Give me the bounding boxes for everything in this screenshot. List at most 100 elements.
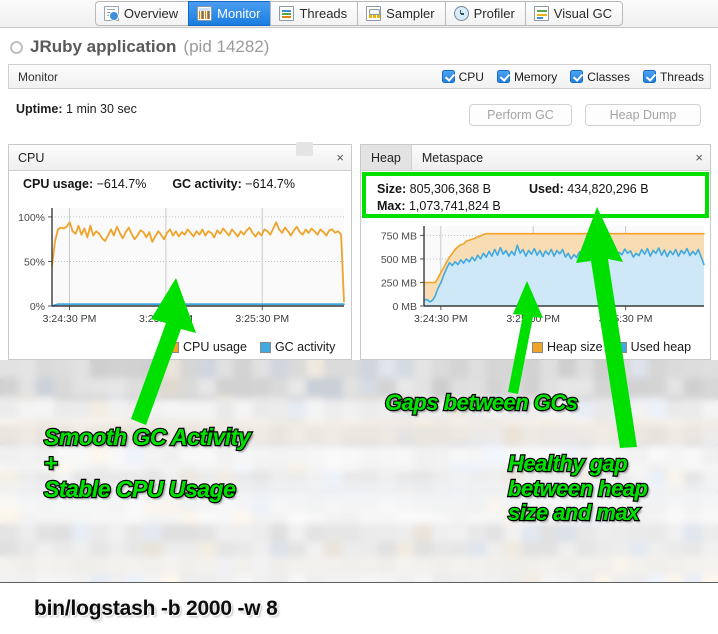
checkbox-icon[interactable] xyxy=(496,70,510,83)
heap-size-label: Size: xyxy=(377,182,407,196)
tab-heap[interactable]: Heap xyxy=(361,145,412,170)
checkbox-threads[interactable]: Threads xyxy=(642,69,704,84)
app-status-icon xyxy=(10,40,23,54)
cpu-metrics: CPU usage: −614.7% GC activity: −614.7% xyxy=(9,171,351,193)
monitor-toolbar-title: Monitor xyxy=(18,69,59,84)
cpu-panel-title: CPU xyxy=(18,150,45,165)
tab-threads[interactable]: Threads xyxy=(270,1,358,26)
svg-text:250 MB: 250 MB xyxy=(381,277,417,289)
annotation-gaps-between-gcs: Gaps between GCs Gaps between GCs xyxy=(384,389,580,416)
heap-max-metric: Max: 1,073,741,824 B xyxy=(377,198,501,215)
tab-sampler[interactable]: Sampler xyxy=(357,1,445,26)
metric-label: GC activity: xyxy=(172,177,242,191)
legend-swatch-icon xyxy=(259,341,271,353)
annotation-fill-layer: Smooth GC Activity + Stable CPU Usage xyxy=(44,424,251,502)
legend-label: GC activity xyxy=(274,340,336,354)
svg-text:500 MB: 500 MB xyxy=(381,254,417,266)
visual-gc-icon xyxy=(533,6,549,21)
svg-text:3:24:30 PM: 3:24:30 PM xyxy=(414,313,468,325)
tab-label: Profiler xyxy=(473,6,515,21)
heap-size-metric: Size: 805,306,368 B xyxy=(377,181,529,198)
heap-used-metric: Used: 434,820,296 B xyxy=(529,181,649,198)
heap-metrics-row-1: Size: 805,306,368 B Used: 434,820,296 B xyxy=(377,181,705,198)
uptime-value: 1 min 30 sec xyxy=(66,102,137,116)
heap-used-value: 434,820,296 B xyxy=(567,182,649,196)
visualvm-monitor-window: Overview Monitor Threads Sampler Profiler Vis… xyxy=(0,0,718,634)
sampler-icon xyxy=(366,6,382,21)
cpu-panel-header: CPU × xyxy=(9,142,351,171)
monitor-chart-icon xyxy=(197,6,213,21)
tab-label: Monitor xyxy=(217,6,261,21)
svg-text:3:25:30 PM: 3:25:30 PM xyxy=(235,313,289,325)
metric-label: CPU usage: xyxy=(23,177,94,191)
checkbox-label: CPU xyxy=(458,69,484,84)
bottom-command-bar: bin/logstash -b 2000 -w 8 xyxy=(0,582,718,634)
legend-swatch-icon xyxy=(532,341,543,353)
legend-swatch-icon xyxy=(168,341,179,353)
checkbox-memory[interactable]: Memory xyxy=(496,69,558,84)
legend-label: CPU usage xyxy=(183,340,247,354)
threads-list-icon xyxy=(279,6,295,21)
checkbox-label: Memory xyxy=(513,69,558,84)
annotation-healthy-gap: Healthy gap between heap size and max Hea… xyxy=(507,450,649,526)
legend-swatch-icon xyxy=(615,341,627,353)
monitor-checkbox-group: CPU Memory Classes Threads xyxy=(441,69,704,84)
cpu-metric-0: CPU usage: −614.7% xyxy=(23,177,146,191)
svg-text:0 MB: 0 MB xyxy=(392,301,417,313)
panel-drag-handle[interactable] xyxy=(296,142,313,156)
command-text: bin/logstash -b 2000 -w 8 xyxy=(34,596,278,620)
annotation-fill-layer: Gaps between GCs xyxy=(385,390,578,415)
svg-text:3:25:30 PM: 3:25:30 PM xyxy=(599,313,653,325)
annotation-smooth-gc-cpu: Smooth GC Activity + Stable CPU Usage Smo… xyxy=(43,423,252,503)
checkbox-icon[interactable] xyxy=(642,70,656,83)
page-title: JRuby application (pid 14282) xyxy=(10,34,269,60)
tab-profiler[interactable]: Profiler xyxy=(444,1,525,26)
svg-text:0%: 0% xyxy=(30,301,45,313)
overview-document-icon xyxy=(103,6,119,21)
tab-label: Visual GC xyxy=(553,6,613,21)
heap-dump-button[interactable]: Heap Dump xyxy=(585,104,701,126)
svg-text:100%: 100% xyxy=(18,212,45,224)
checkbox-label: Threads xyxy=(659,69,704,84)
checkbox-icon[interactable] xyxy=(441,70,455,83)
app-name: JRuby application xyxy=(30,37,177,56)
legend-item-used-heap: Used heap xyxy=(615,340,692,354)
uptime-display: Uptime: 1 min 30 sec xyxy=(16,102,137,116)
heap-metrics-row-2: Max: 1,073,741,824 B xyxy=(377,198,705,215)
heap-chart-legend: Heap size Used heap xyxy=(532,340,691,354)
heap-max-value: 1,073,741,824 B xyxy=(408,199,501,213)
svg-text:3:24:30 PM: 3:24:30 PM xyxy=(43,313,97,325)
checkbox-label: Classes xyxy=(587,69,630,84)
heap-size-value: 805,306,368 B xyxy=(409,182,491,196)
tab-metaspace[interactable]: Metaspace xyxy=(412,145,493,170)
app-pid: (pid 14282) xyxy=(183,37,270,56)
metric-value: −614.7% xyxy=(93,177,147,191)
svg-text:3:25:00 PM: 3:25:00 PM xyxy=(139,313,193,325)
checkbox-cpu[interactable]: CPU xyxy=(441,69,484,84)
cpu-metric-1: GC activity: −614.7% xyxy=(172,177,295,191)
cpu-usage-chart: 0% 50% 100% 3:24:30 PM 3:25:00 PM 3:25:30 PM xyxy=(16,204,346,332)
checkbox-icon[interactable] xyxy=(570,70,584,83)
perform-gc-button[interactable]: Perform GC xyxy=(469,104,572,126)
svg-text:50%: 50% xyxy=(24,256,45,268)
tab-overview[interactable]: Overview xyxy=(94,1,189,26)
legend-item-gc-activity: GC activity xyxy=(259,340,336,354)
metric-value: −614.7% xyxy=(241,177,295,191)
legend-label: Heap size xyxy=(547,340,603,354)
svg-text:3:25:00 PM: 3:25:00 PM xyxy=(506,313,560,325)
cpu-panel-close-icon[interactable]: × xyxy=(336,145,344,170)
main-tabstrip: Overview Monitor Threads Sampler Profiler Vis… xyxy=(0,0,718,28)
tab-monitor[interactable]: Monitor xyxy=(188,1,271,26)
heap-max-label: Max: xyxy=(377,199,406,213)
uptime-label: Uptime: xyxy=(16,102,63,116)
profiler-clock-icon xyxy=(453,6,469,21)
legend-label: Used heap xyxy=(630,340,692,354)
legend-item-heap-size: Heap size xyxy=(532,340,603,354)
tab-visual-gc[interactable]: Visual GC xyxy=(524,1,624,26)
monitor-toolbar: Monitor CPU Memory Classes Threads xyxy=(8,64,711,89)
heap-used-label: Used: xyxy=(529,182,564,196)
svg-text:750 MB: 750 MB xyxy=(381,230,417,242)
heap-panel-close-icon[interactable]: × xyxy=(695,145,703,170)
checkbox-classes[interactable]: Classes xyxy=(570,70,630,84)
annotation-fill-layer: Healthy gap between heap size and max xyxy=(508,451,648,526)
